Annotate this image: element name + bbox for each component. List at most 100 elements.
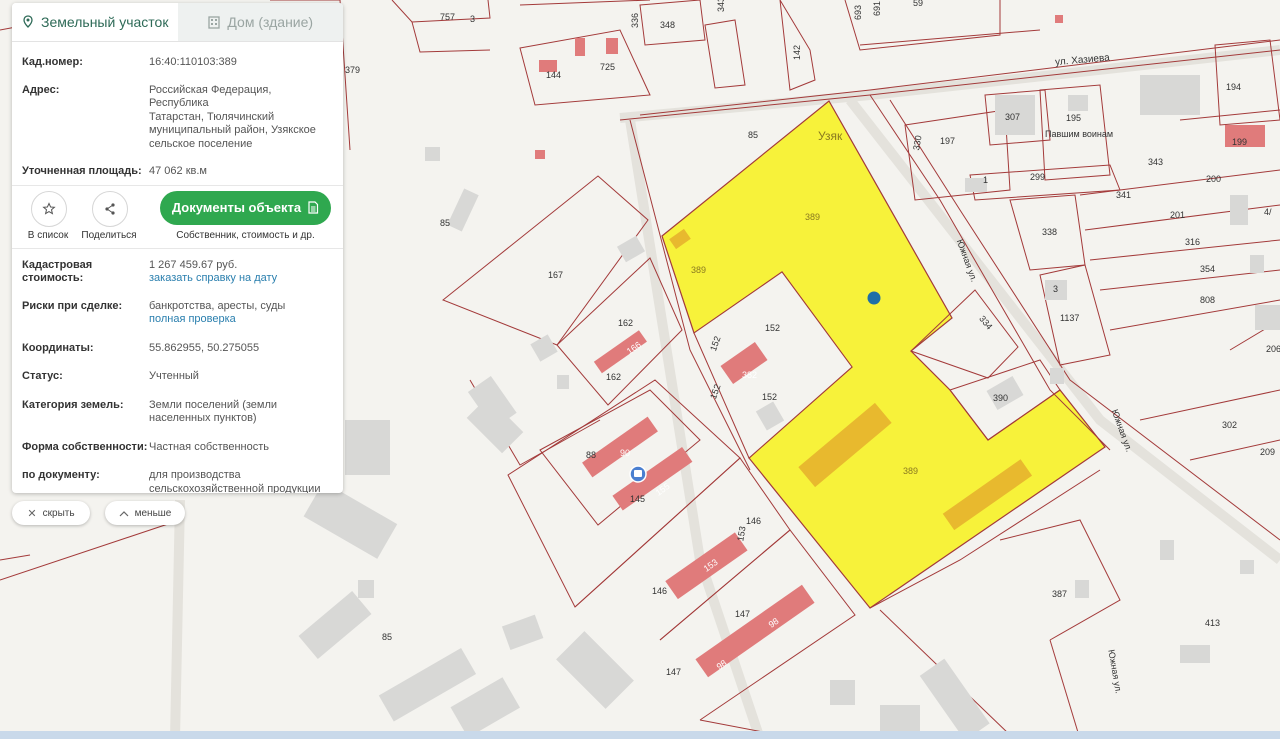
bottom-bar xyxy=(0,731,1280,739)
address-line: муниципальный район, Узякское xyxy=(149,124,316,136)
hide-panel-button[interactable]: ✕ скрыть xyxy=(12,501,90,525)
map-label: 725 xyxy=(600,62,615,72)
field-label: Риски при сделке: xyxy=(22,299,123,312)
map-pin-icon xyxy=(23,15,33,28)
document-icon xyxy=(308,201,319,214)
cadastral-cost-row: Кадастровая стоимость: 1 267 459.67 руб. з… xyxy=(12,259,343,286)
map-label: 146 xyxy=(746,516,761,526)
area-row: Уточненная площадь: 47 062 кв.м xyxy=(12,165,343,179)
cadastral-number-link[interactable]: 16:40:110103:389 xyxy=(149,56,333,70)
map-label: 206 xyxy=(1266,344,1280,354)
tab-label: Земельный участок xyxy=(41,14,169,30)
category-line: населенных пунктов) xyxy=(149,412,257,424)
map-label: 757 xyxy=(440,12,455,22)
order-certificate-link[interactable]: заказать справку на дату xyxy=(149,272,333,286)
hide-label: скрыть xyxy=(42,507,75,519)
map-label: 146 xyxy=(652,586,667,596)
map-label: 147 xyxy=(666,667,681,677)
collapse-panel-button[interactable]: меньше xyxy=(105,501,185,525)
map-label: 343 xyxy=(716,0,726,12)
field-label: Категория земель: xyxy=(22,398,124,411)
land-category-row: Категория земель: Земли поселений (земли… xyxy=(12,399,343,426)
ownership-value: Частная собственность xyxy=(149,440,270,453)
less-label: меньше xyxy=(134,507,172,519)
map-label: 201 xyxy=(1170,210,1185,220)
parcel-center-marker[interactable] xyxy=(867,291,881,305)
map-label: 152 xyxy=(762,392,777,402)
map-label: 336 xyxy=(630,13,640,28)
share-button[interactable] xyxy=(92,190,128,227)
tab-bar: Земельный участок Дом (здание) xyxy=(12,3,343,42)
map-label: 316 xyxy=(1185,237,1200,247)
share-label: Поделиться xyxy=(81,229,137,241)
map-label: 390 xyxy=(993,393,1008,403)
star-icon xyxy=(42,201,56,215)
map-label: 693 xyxy=(853,5,863,20)
object-documents-button[interactable]: Документы объекта xyxy=(160,190,331,225)
action-bar: В список Поделиться Документы объекта Со… xyxy=(12,184,343,249)
documents-button-label: Документы объекта xyxy=(171,200,302,215)
map-label: 3 xyxy=(1053,284,1058,294)
field-label: Форма собственности: xyxy=(22,440,148,453)
map-label: 199 xyxy=(1232,137,1247,147)
map-label: 147 xyxy=(735,609,750,619)
map-label: 59 xyxy=(913,0,923,8)
field-label: Статус: xyxy=(22,370,63,382)
map-label: 299 xyxy=(1030,172,1045,182)
field-label: Кад.номер: xyxy=(22,56,83,68)
map-label: 152 xyxy=(765,323,780,333)
map-label: Узяк xyxy=(818,129,843,143)
chevron-up-icon xyxy=(119,510,129,516)
map-label: 379 xyxy=(345,65,360,75)
map-label: 162 xyxy=(618,318,633,328)
address-line: Татарстан, Тюлячинский xyxy=(149,110,275,123)
map-label: 389 xyxy=(805,212,820,222)
purpose-row: по документу: для производства сельскохоз… xyxy=(12,469,343,493)
tab-building[interactable]: Дом (здание) xyxy=(177,3,343,41)
map-label: Павшим воинам xyxy=(1045,129,1113,139)
map-label: 142 xyxy=(792,45,802,60)
map-label: 387 xyxy=(1052,589,1067,599)
map-label: 1137 xyxy=(1060,313,1079,323)
documents-subtitle: Собственник, стоимость и др. xyxy=(176,229,315,241)
field-label: по документу: xyxy=(22,469,100,481)
map-label: 4/ xyxy=(1264,207,1272,217)
field-label: Координаты: xyxy=(22,341,94,354)
map-label: 197 xyxy=(940,136,955,146)
purpose-line: для производства xyxy=(149,469,241,481)
add-to-list-button[interactable] xyxy=(31,190,67,227)
parcel-info-panel: Земельный участок Дом (здание) Кад.номер… xyxy=(12,3,343,493)
tab-label: Дом (здание) xyxy=(227,14,314,30)
full-check-link[interactable]: полная проверка xyxy=(149,313,333,327)
address-line: Российская Федерация, Республика xyxy=(149,83,272,110)
map-label: 307 xyxy=(1005,112,1020,122)
map-label: 382 xyxy=(742,370,757,380)
coordinates-row: Координаты: 55.862955, 50.275055 xyxy=(12,342,343,356)
map-label: 85 xyxy=(440,218,450,228)
map-label: 194 xyxy=(1226,82,1241,92)
map-label: 389 xyxy=(691,265,706,275)
purpose-line: сельскохозяйственной продукции xyxy=(149,482,321,494)
tab-land-plot[interactable]: Земельный участок xyxy=(12,3,178,41)
field-label: Кадастровая xyxy=(22,258,93,271)
address-row: Адрес: Российская Федерация, Республика … xyxy=(12,84,343,152)
close-icon: ✕ xyxy=(27,507,37,520)
map-label: 85 xyxy=(382,632,392,642)
map-label: 144 xyxy=(546,70,561,80)
cadastral-number-row: Кад.номер: 16:40:110103:389 xyxy=(12,56,343,70)
map-label: 413 xyxy=(1205,618,1220,628)
risks-row: Риски при сделке: банкротства, аресты, с… xyxy=(12,300,343,327)
cost-value: 1 267 459.67 руб. xyxy=(149,258,238,271)
map-label: 302 xyxy=(1222,420,1237,430)
field-label: Адрес: xyxy=(22,83,60,96)
map-label: 90 xyxy=(620,448,630,458)
field-label: Уточненная площадь: xyxy=(22,165,142,177)
map-label: 389 xyxy=(903,466,918,476)
field-label: стоимость: xyxy=(22,272,84,284)
status-row: Статус: Учтенный xyxy=(12,370,343,384)
ownership-row: Форма собственности: Частная собственнос… xyxy=(12,441,343,455)
map-label: 200 xyxy=(1206,174,1221,184)
bus-stop-icon[interactable] xyxy=(629,465,647,483)
building-icon xyxy=(208,16,221,29)
category-line: Земли поселений (земли xyxy=(149,398,278,411)
